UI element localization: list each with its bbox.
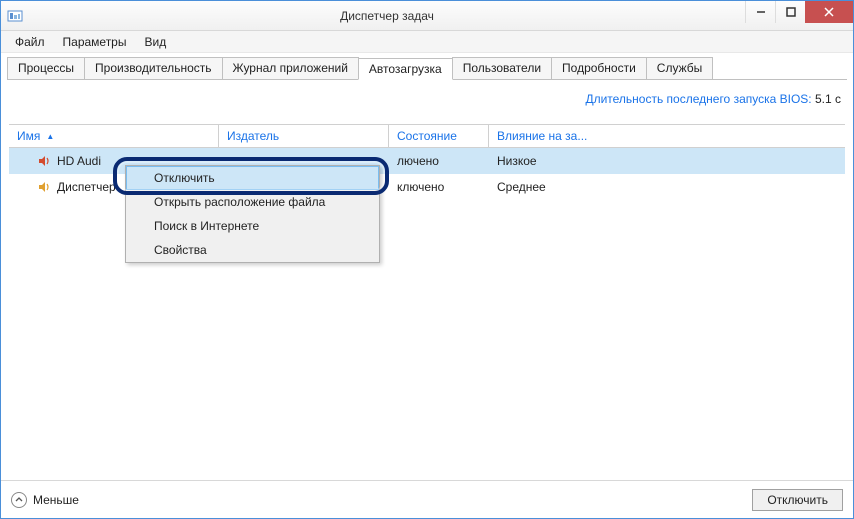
context-menu: Отключить Открыть расположение файла Пои…: [125, 165, 380, 263]
tab-processes[interactable]: Процессы: [7, 57, 85, 79]
bios-duration-label: Длительность последнего запуска BIOS: 5.…: [9, 86, 845, 124]
ctx-disable[interactable]: Отключить: [126, 166, 379, 190]
cell-name-text: HD Audi: [57, 154, 101, 168]
ctx-properties[interactable]: Свойства: [126, 238, 379, 262]
tab-services[interactable]: Службы: [646, 57, 713, 79]
menu-view[interactable]: Вид: [136, 33, 174, 51]
tabs: Процессы Производительность Журнал прило…: [7, 57, 847, 80]
window-title: Диспетчер задач: [29, 9, 745, 23]
tab-performance[interactable]: Производительность: [84, 57, 222, 79]
title-bar[interactable]: Диспетчер задач: [1, 1, 853, 31]
cell-impact: Среднее: [489, 180, 629, 194]
col-header-publisher[interactable]: Издатель: [219, 125, 389, 147]
close-button[interactable]: [805, 1, 853, 23]
cell-state: лючено: [389, 154, 489, 168]
col-header-name[interactable]: Имя ▲: [9, 125, 219, 147]
col-header-state[interactable]: Состояние: [389, 125, 489, 147]
app-icon: [7, 8, 23, 24]
menu-bar: Файл Параметры Вид: [1, 31, 853, 53]
chevron-up-icon: [11, 492, 27, 508]
window-controls: [745, 1, 853, 30]
tab-apphistory[interactable]: Журнал приложений: [222, 57, 359, 79]
fewer-details-button[interactable]: Меньше: [11, 492, 79, 508]
minimize-button[interactable]: [745, 1, 775, 23]
disable-button[interactable]: Отключить: [752, 489, 843, 511]
footer: Меньше Отключить: [1, 480, 853, 518]
table-header: Имя ▲ Издатель Состояние Влияние на за..…: [9, 124, 845, 148]
speaker-icon: [37, 154, 51, 168]
menu-params[interactable]: Параметры: [55, 33, 135, 51]
speaker-icon: [37, 180, 51, 194]
bios-label: Длительность последнего запуска BIOS:: [585, 92, 811, 106]
ctx-search-online[interactable]: Поиск в Интернете: [126, 214, 379, 238]
cell-impact: Низкое: [489, 154, 629, 168]
tab-users[interactable]: Пользователи: [452, 57, 552, 79]
cell-state: ключено: [389, 180, 489, 194]
tab-startup[interactable]: Автозагрузка: [358, 58, 453, 80]
col-header-impact[interactable]: Влияние на за...: [489, 125, 629, 147]
fewer-details-label: Меньше: [33, 493, 79, 507]
sort-indicator-icon: ▲: [46, 132, 54, 141]
bios-value: 5.1 c: [815, 92, 841, 106]
tab-details[interactable]: Подробности: [551, 57, 647, 79]
content-area: Длительность последнего запуска BIOS: 5.…: [1, 80, 853, 480]
cell-name-text: Диспетчер: [57, 180, 116, 194]
tabs-container: Процессы Производительность Журнал прило…: [1, 53, 853, 80]
col-header-name-label: Имя: [17, 129, 40, 143]
menu-file[interactable]: Файл: [7, 33, 53, 51]
ctx-open-file-location[interactable]: Открыть расположение файла: [126, 190, 379, 214]
maximize-button[interactable]: [775, 1, 805, 23]
